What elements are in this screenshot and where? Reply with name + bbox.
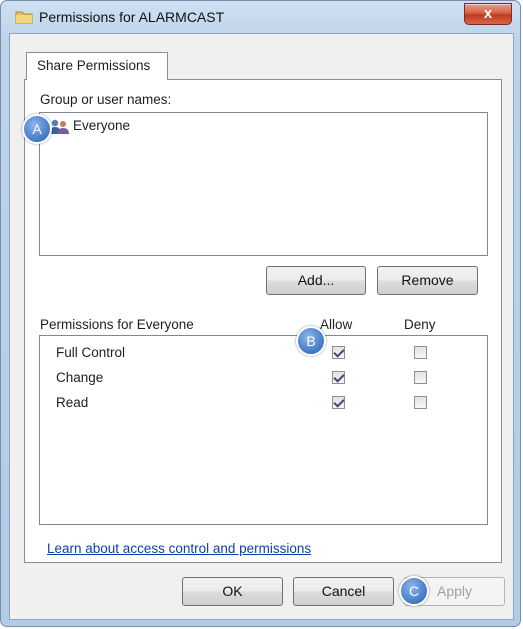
title-bar[interactable]: Permissions for ALARMCAST x (1, 1, 520, 33)
remove-button[interactable]: Remove (377, 266, 478, 295)
deny-column-header: Deny (404, 317, 436, 332)
permission-row-read: Read (40, 393, 487, 415)
tab-share-permissions[interactable]: Share Permissions (26, 52, 168, 80)
permissions-dialog: Permissions for ALARMCAST x Share Permis… (0, 0, 521, 627)
cancel-button[interactable]: Cancel (293, 577, 394, 606)
list-item[interactable]: Everyone (40, 113, 487, 139)
permission-row-full-control: Full Control (40, 343, 487, 365)
permissions-list: Full Control Change Read (39, 335, 488, 525)
permission-name: Full Control (56, 345, 126, 360)
full-control-deny-checkbox[interactable] (414, 346, 427, 359)
callout-badge-c: C (399, 576, 429, 606)
callout-badge-a: A (22, 114, 52, 144)
folder-icon (15, 11, 33, 24)
full-control-allow-checkbox[interactable] (332, 346, 345, 359)
change-deny-checkbox[interactable] (414, 371, 427, 384)
group-user-names-label: Group or user names: (40, 92, 172, 107)
permission-row-change: Change (40, 368, 487, 390)
tab-label: Share Permissions (37, 58, 151, 73)
change-allow-checkbox[interactable] (332, 371, 345, 384)
close-button[interactable]: x (464, 3, 512, 25)
permission-name: Read (56, 395, 89, 410)
callout-badge-b: B (296, 326, 326, 356)
help-link[interactable]: Learn about access control and permissio… (47, 541, 311, 556)
allow-column-header: Allow (320, 317, 353, 332)
share-permissions-page: Group or user names: Everyone Add... Rem… (24, 79, 502, 563)
read-allow-checkbox[interactable] (332, 396, 345, 409)
ok-button[interactable]: OK (182, 577, 283, 606)
permission-name: Change (56, 370, 104, 385)
window-title: Permissions for ALARMCAST (39, 9, 225, 25)
dialog-client-area: Share Permissions Group or user names: E… (9, 33, 514, 620)
group-user-listbox[interactable]: Everyone (39, 112, 488, 256)
user-name-everyone: Everyone (73, 118, 131, 133)
read-deny-checkbox[interactable] (414, 396, 427, 409)
add-button[interactable]: Add... (266, 266, 366, 295)
permissions-for-label: Permissions for Everyone (40, 317, 194, 332)
